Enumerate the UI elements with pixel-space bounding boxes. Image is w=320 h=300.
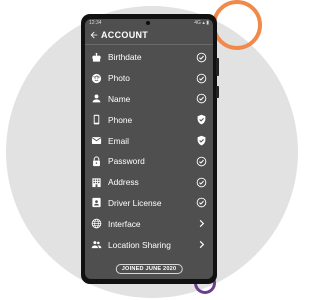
verified-shield-icon (197, 114, 206, 125)
joined-date-badge: JOINED JUNE 2020 (115, 264, 183, 274)
phone-frame: 12:34 4G ▴ ▮ ACCOUNT Birthdate Photo Nam… (81, 14, 219, 284)
list-item-label: Address (108, 177, 139, 188)
list-item-password[interactable]: Password (85, 151, 213, 172)
check-circle-icon (196, 73, 207, 83)
face-icon (91, 73, 102, 83)
list-item-driver-license[interactable]: Driver License (85, 193, 213, 214)
group-icon (91, 241, 102, 249)
app-screen: 12:34 4G ▴ ▮ ACCOUNT Birthdate Photo Nam… (85, 19, 213, 279)
phone-icon (93, 114, 100, 125)
power-button (216, 86, 219, 98)
list-item-label: Password (108, 156, 145, 167)
check-circle-icon (196, 156, 207, 167)
mail-icon (91, 137, 102, 145)
list-item-location-sharing[interactable]: Location Sharing (85, 234, 213, 255)
decorative-orange-ring (212, 0, 262, 50)
cake-icon (92, 52, 101, 62)
chevron-right-icon (199, 220, 205, 228)
check-circle-icon (196, 198, 207, 208)
list-item-label: Interface (108, 218, 141, 229)
id-card-icon (92, 198, 101, 208)
verified-shield-icon (197, 135, 206, 146)
list-item-name[interactable]: Name (85, 89, 213, 110)
chevron-right-icon (199, 240, 205, 249)
list-item-address[interactable]: Address (85, 172, 213, 193)
globe-icon (91, 218, 102, 229)
list-item-interface[interactable]: Interface (85, 213, 213, 234)
list-item-label: Phone (108, 114, 133, 125)
back-arrow-icon[interactable] (89, 30, 99, 40)
list-item-label: Photo (108, 73, 130, 84)
check-circle-icon (196, 177, 207, 187)
check-circle-icon (196, 52, 207, 63)
lock-icon (93, 156, 100, 166)
list-item-phone[interactable]: Phone (85, 109, 213, 130)
list-item-label: Birthdate (108, 52, 142, 63)
status-bar: 12:34 4G ▴ ▮ (85, 19, 213, 27)
front-camera (145, 21, 150, 25)
list-item-label: Name (108, 93, 131, 104)
status-icons: 4G ▴ ▮ (194, 20, 209, 26)
list-item-label: Location Sharing (108, 239, 171, 250)
volume-button (216, 58, 219, 76)
list-item-birthdate[interactable]: Birthdate (85, 47, 213, 68)
app-header: ACCOUNT (85, 27, 213, 43)
person-icon (92, 94, 101, 103)
page-title: ACCOUNT (101, 30, 149, 40)
list-item-label: Driver License (108, 197, 162, 208)
header-divider (85, 44, 213, 45)
building-icon (92, 178, 101, 187)
check-circle-icon (196, 94, 207, 104)
list-item-photo[interactable]: Photo (85, 68, 213, 89)
list-item-email[interactable]: Email (85, 130, 213, 151)
status-time: 12:34 (89, 20, 102, 26)
list-item-label: Email (108, 135, 129, 146)
account-settings-list: Birthdate Photo Name Phone Email Passwor… (85, 47, 213, 255)
